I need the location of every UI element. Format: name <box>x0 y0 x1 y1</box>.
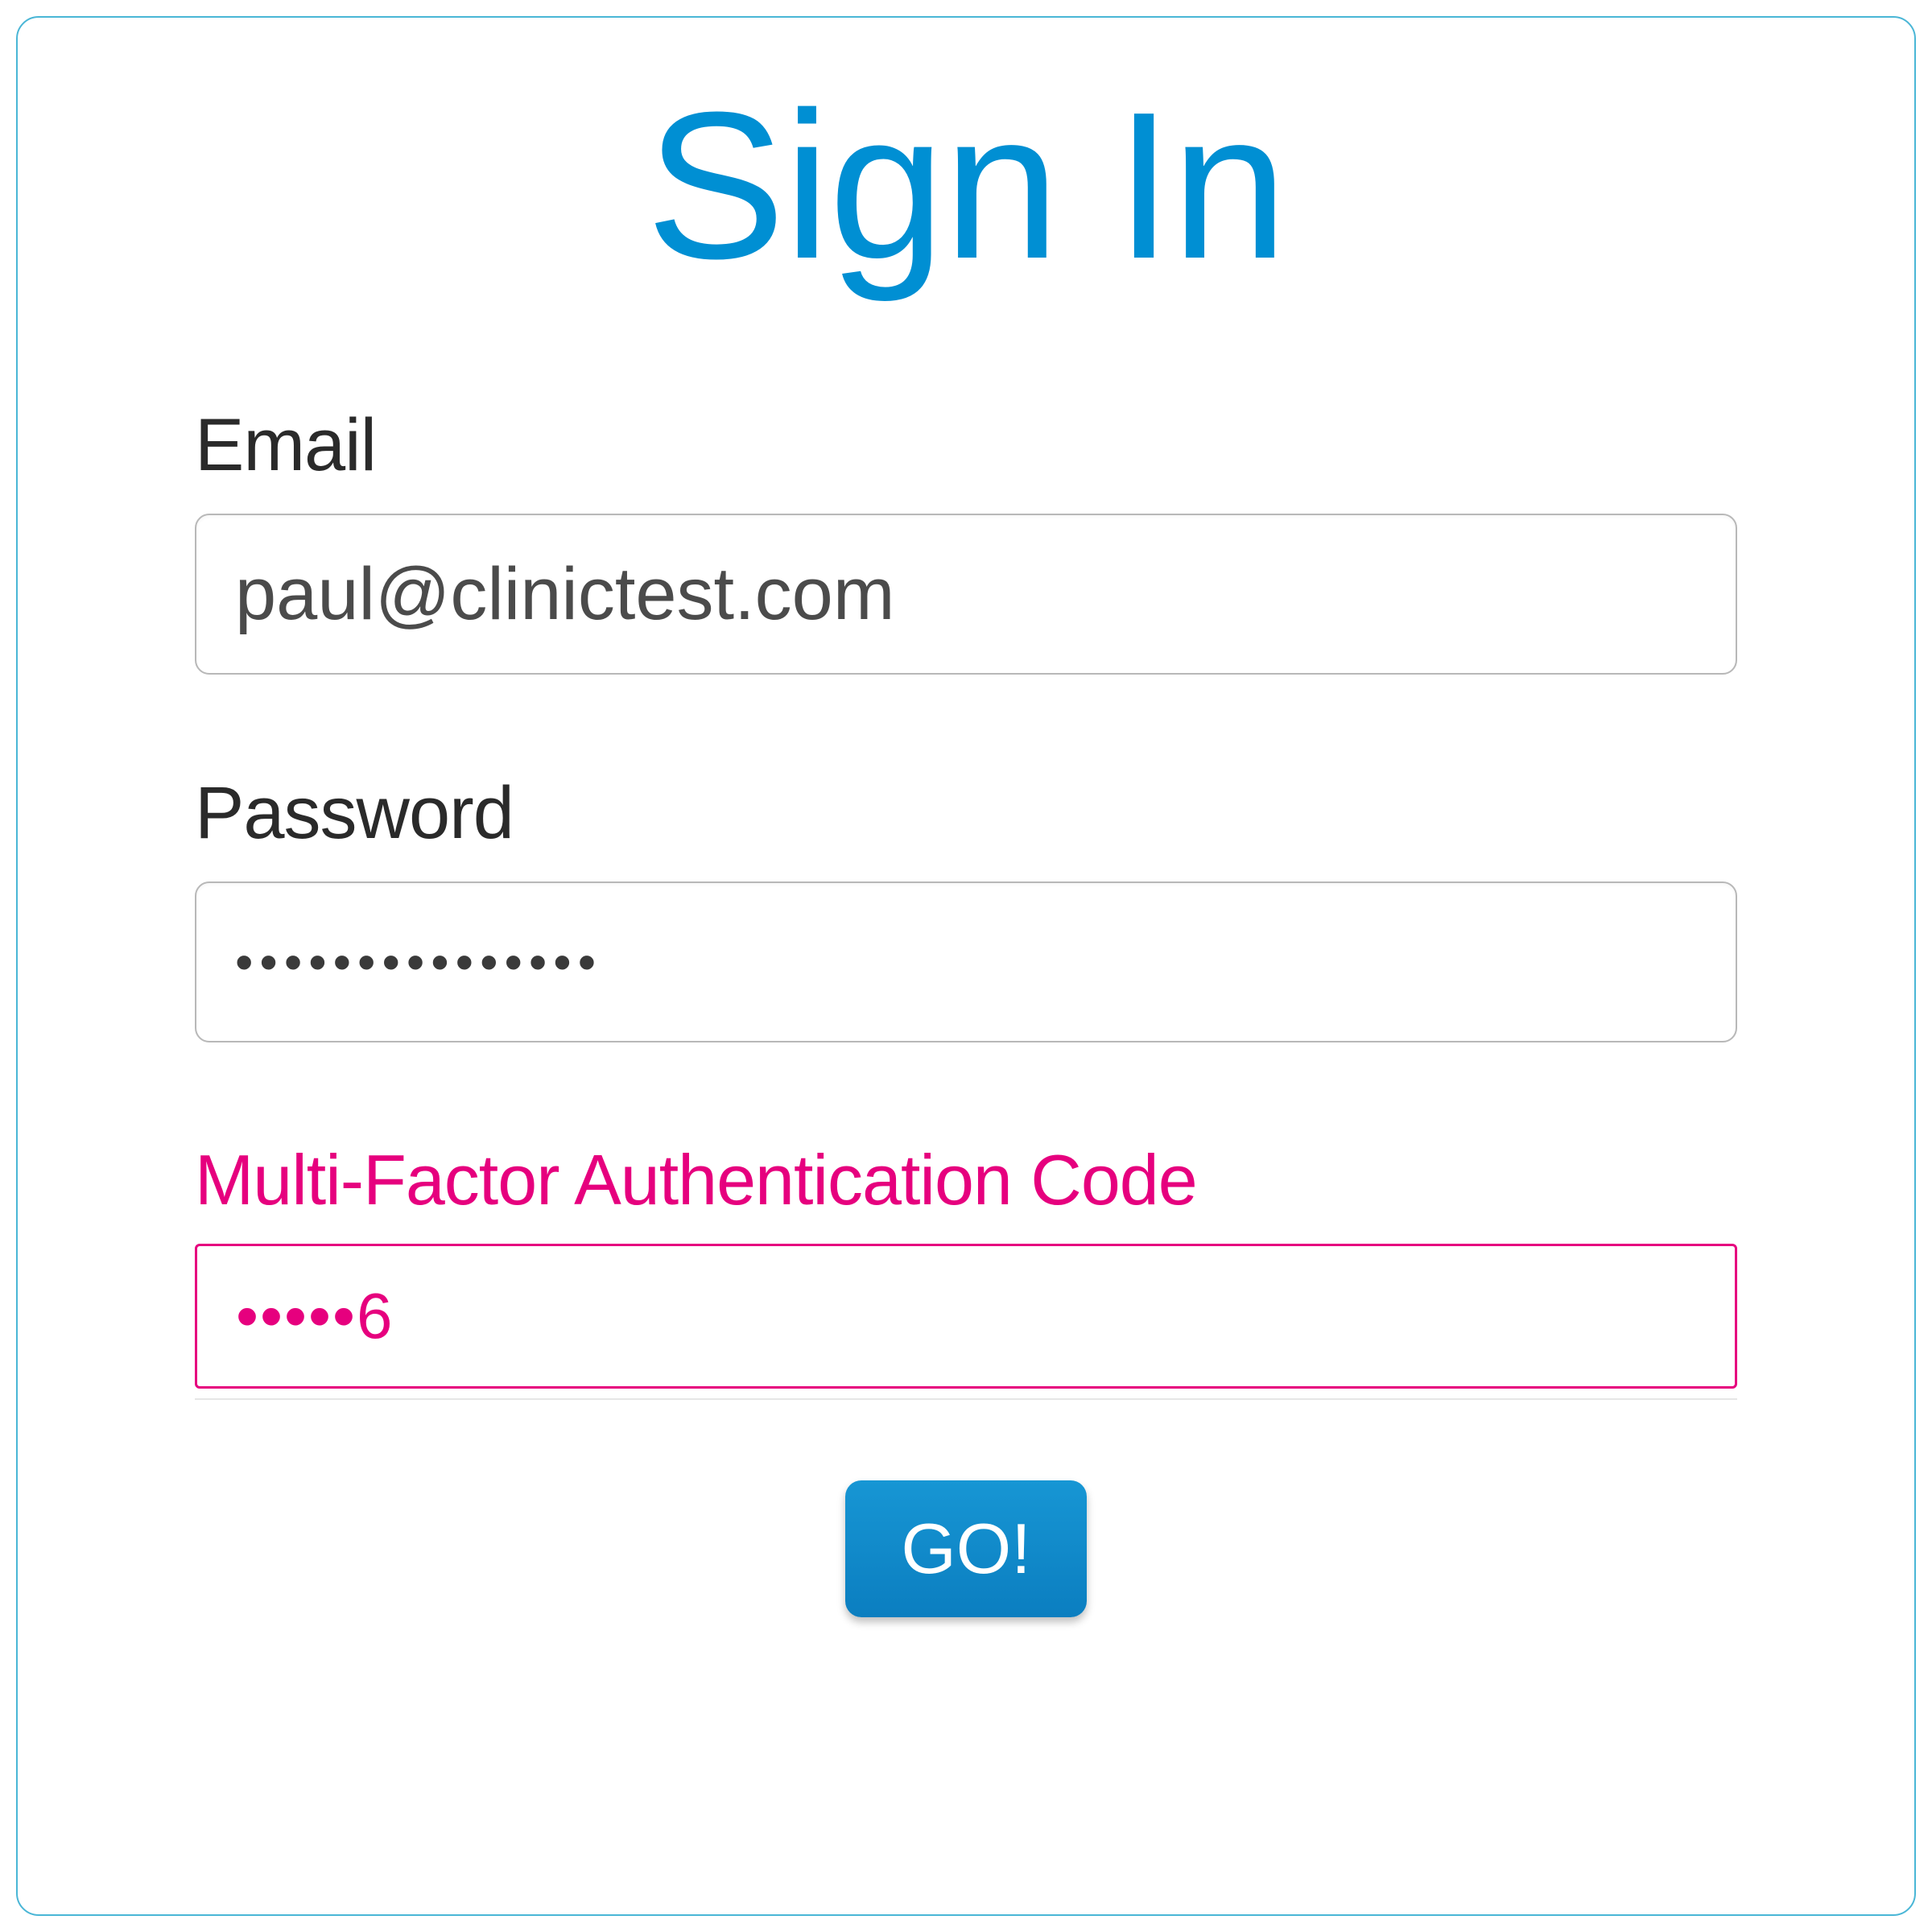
mfa-underline <box>195 1398 1737 1400</box>
go-button[interactable]: GO! <box>845 1480 1087 1617</box>
email-field[interactable] <box>195 514 1737 675</box>
mfa-label: Multi-Factor Authentication Code <box>195 1139 1737 1221</box>
signin-card: Sign In Email Password Multi-Factor Auth… <box>16 16 1916 1916</box>
mfa-field[interactable] <box>195 1244 1737 1389</box>
mfa-group: Multi-Factor Authentication Code <box>195 1139 1737 1400</box>
password-field[interactable] <box>195 881 1737 1042</box>
page-title: Sign In <box>195 66 1737 307</box>
email-group: Email <box>195 403 1737 675</box>
password-group: Password <box>195 771 1737 1042</box>
password-label: Password <box>195 771 1737 856</box>
email-label: Email <box>195 403 1737 488</box>
